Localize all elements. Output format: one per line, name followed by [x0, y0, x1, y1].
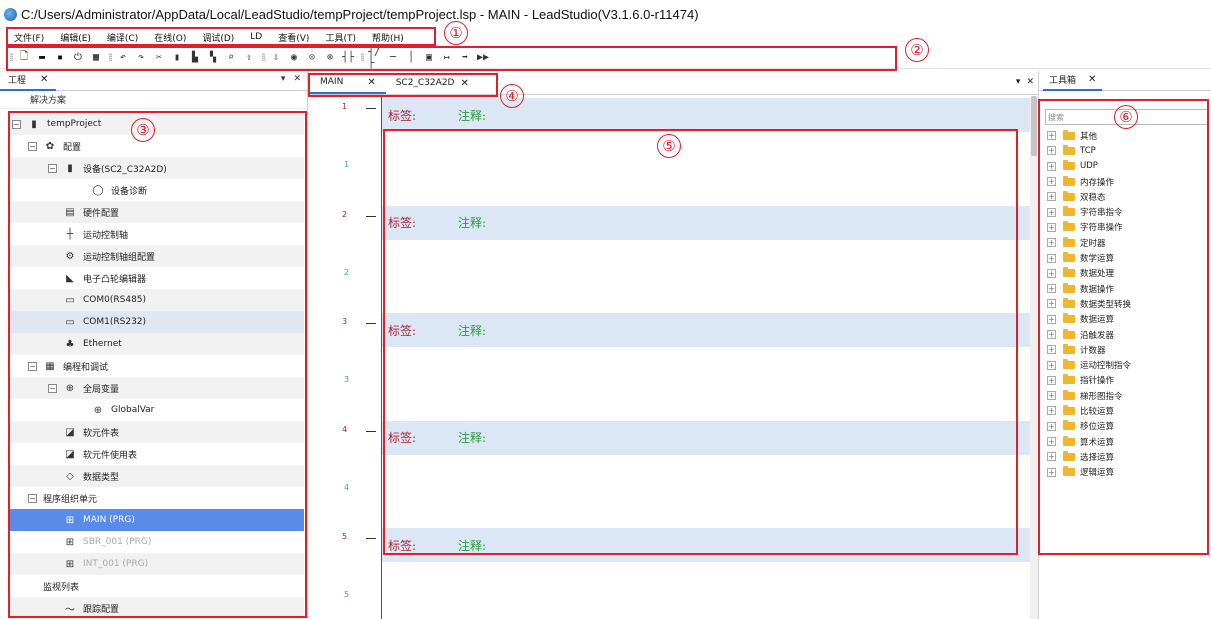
chevron-down-icon[interactable]: ▾	[1016, 77, 1021, 87]
network-line-number: 2	[344, 267, 350, 277]
rung-label[interactable]: 标签:	[388, 107, 458, 124]
panel-controls: ▾ ✕	[273, 74, 301, 84]
vertical-scrollbar[interactable]	[1030, 96, 1038, 619]
chevron-down-icon[interactable]: ▾	[281, 74, 286, 84]
solution-label[interactable]: 解决方案	[0, 91, 307, 109]
close-icon[interactable]: ✕	[1088, 74, 1096, 85]
scrollbar-thumb[interactable]	[1031, 96, 1037, 156]
rung-number: 1	[342, 102, 348, 111]
line-gutter: 1 1 2 2 3 3 4 4 5 5	[310, 96, 382, 619]
project-panel-tabs: 工程 ✕ ▾ ✕	[0, 71, 307, 91]
network-line-number: 3	[344, 375, 350, 384]
annotation-box	[6, 27, 436, 46]
annotation-box	[308, 73, 498, 97]
title-bar: C:/Users/Administrator/AppData/Local/Lea…	[0, 0, 1211, 28]
rung-number: 3	[342, 317, 348, 326]
tab-project[interactable]: 工程 ✕	[0, 71, 57, 91]
annotation-box	[1038, 99, 1209, 555]
annotation-number: ④	[500, 84, 524, 108]
rung-collapse-icon[interactable]	[366, 538, 376, 539]
solution-text: 解决方案	[30, 96, 67, 106]
close-icon[interactable]: ✕	[293, 74, 301, 84]
close-icon[interactable]: ✕	[40, 74, 48, 85]
app-logo-icon	[4, 7, 17, 21]
annotation-number: ⑥	[1114, 105, 1138, 129]
tab-project-label: 工程	[8, 76, 27, 86]
rung-collapse-icon[interactable]	[366, 215, 376, 217]
annotation-number: ①	[444, 21, 468, 45]
annotation-box	[6, 46, 897, 71]
window-title: C:/Users/Administrator/AppData/Local/Lea…	[21, 6, 699, 22]
rung-number: 2	[342, 209, 348, 219]
annotation-box	[8, 111, 307, 618]
network-line-number: 4	[344, 482, 350, 492]
network-line-number: 5	[344, 590, 350, 599]
editor-controls: ▾ ✕	[1010, 77, 1034, 87]
tab-toolbox[interactable]: 工具箱 ✕	[1043, 71, 1103, 91]
annotation-number: ⑤	[657, 134, 681, 158]
rung-collapse-icon[interactable]	[366, 323, 376, 324]
rung-header[interactable]: 标签: 注释:	[382, 98, 1032, 132]
annotation-box	[383, 129, 1018, 555]
rung-collapse-icon[interactable]	[366, 430, 376, 432]
annotation-number: ②	[905, 38, 929, 62]
rung-comment[interactable]: 注释:	[458, 107, 486, 124]
rung-number: 5	[342, 532, 348, 541]
tab-toolbox-label: 工具箱	[1049, 76, 1077, 86]
rung-collapse-icon[interactable]	[366, 108, 376, 109]
rung-number: 4	[342, 424, 348, 434]
network-line-number: 1	[344, 160, 350, 169]
close-icon[interactable]: ✕	[1026, 77, 1034, 87]
toolbox-tabs: 工具箱 ✕	[1039, 71, 1211, 91]
annotation-number: ③	[131, 118, 155, 142]
